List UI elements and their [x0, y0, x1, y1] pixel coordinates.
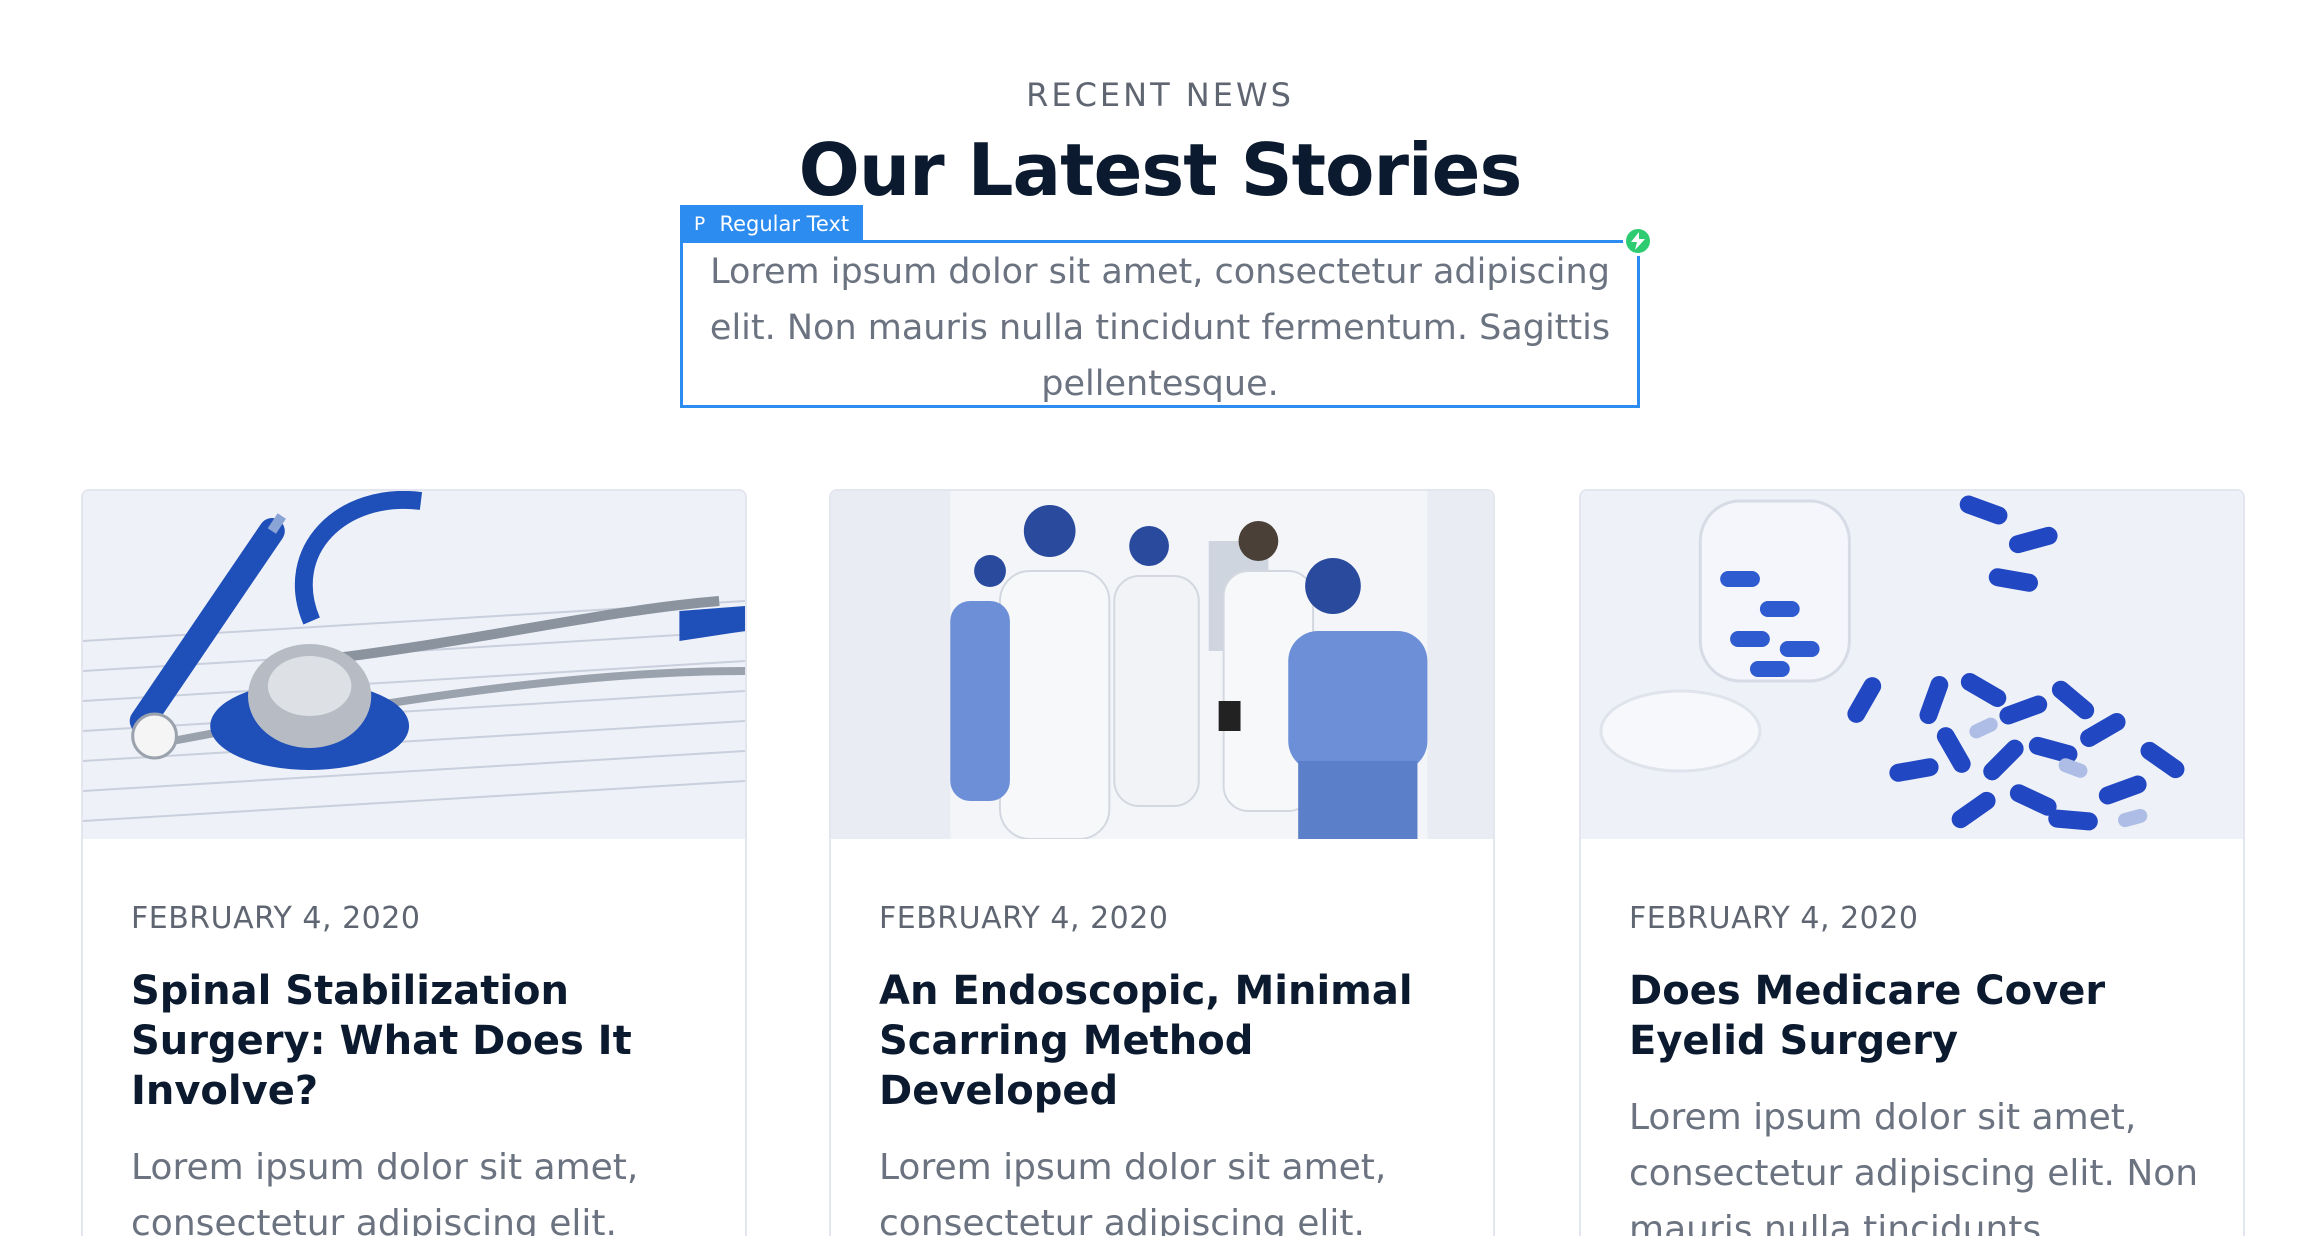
post-date: FEBRUARY 4, 2020: [879, 901, 1169, 936]
section-lead-text[interactable]: Lorem ipsum dolor sit amet, consectetur …: [692, 244, 1628, 412]
section-heading: Our Latest Stories: [798, 128, 1523, 212]
post-excerpt: Lorem ipsum dolor sit amet, consectetur …: [879, 1147, 1387, 1236]
element-type-label: Regular Text: [719, 211, 850, 236]
section-eyebrow: RECENT NEWS: [1026, 76, 1294, 114]
post-date: FEBRUARY 4, 2020: [1629, 901, 1919, 936]
news-card[interactable]: FEBRUARY 4, 2020 Does Medicare Cover Eye…: [1579, 489, 2245, 1236]
post-date: FEBRUARY 4, 2020: [131, 901, 421, 936]
post-title[interactable]: Does Medicare Cover Eyelid Surgery: [1629, 966, 2203, 1066]
recent-news-section: RECENT NEWS Our Latest Stories P Regular…: [0, 0, 2320, 1236]
post-title[interactable]: Spinal Stabilization Surgery: What Does …: [131, 966, 705, 1116]
capsules-image[interactable]: [1581, 491, 2243, 839]
news-card[interactable]: FEBRUARY 4, 2020 Spinal Stabilization Su…: [81, 489, 747, 1236]
element-type-tag[interactable]: P Regular Text: [680, 205, 864, 242]
post-excerpt: Lorem ipsum dolor sit amet, consectetur …: [1629, 1097, 2199, 1236]
post-title[interactable]: An Endoscopic, Minimal Scarring Method D…: [879, 966, 1453, 1116]
post-excerpt: Lorem ipsum dolor sit amet, consectetur …: [131, 1147, 639, 1236]
news-card[interactable]: FEBRUARY 4, 2020 An Endoscopic, Minimal …: [829, 489, 1495, 1236]
stethoscope-image[interactable]: [83, 491, 745, 839]
paragraph-icon: P: [694, 212, 706, 235]
medical-staff-image[interactable]: [831, 491, 1493, 839]
